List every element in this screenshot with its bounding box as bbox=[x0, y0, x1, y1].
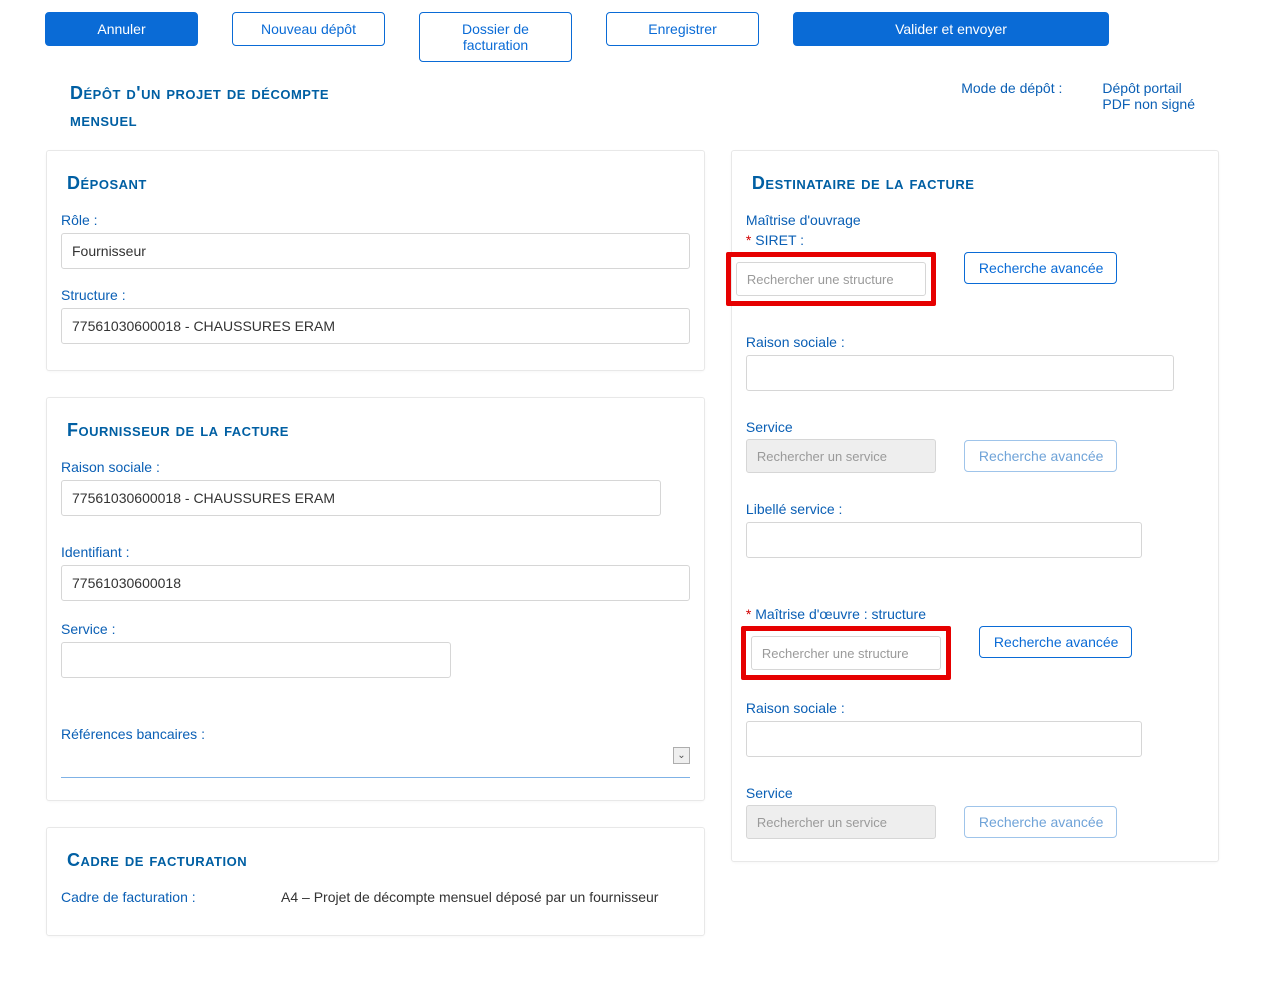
page-title: Dépôt d'un projet de décompte mensuel bbox=[70, 80, 330, 134]
refbanc-value bbox=[61, 747, 690, 777]
service-advanced-search-button[interactable]: Recherche avancée bbox=[964, 440, 1117, 472]
fourn-identifiant-input[interactable] bbox=[61, 565, 690, 601]
service-search-input[interactable] bbox=[746, 439, 936, 473]
dest-raison-label: Raison sociale : bbox=[746, 334, 1204, 350]
libelle-service-label: Libellé service : bbox=[746, 501, 1204, 517]
siret-search-input[interactable] bbox=[736, 262, 926, 296]
chevron-down-icon: ⌄ bbox=[673, 747, 690, 764]
siret-label: * SIRET : bbox=[746, 232, 1204, 248]
siret-advanced-search-button[interactable]: Recherche avancée bbox=[964, 252, 1117, 284]
structure-input[interactable] bbox=[61, 308, 690, 344]
moe-label-text: Maîtrise d'œuvre : structure bbox=[755, 606, 926, 622]
deposit-mode-block: Mode de dépôt : Dépôt portail PDF non si… bbox=[961, 80, 1195, 112]
role-label: Rôle : bbox=[61, 212, 690, 228]
service2-advanced-search-button[interactable]: Recherche avancée bbox=[964, 806, 1117, 838]
required-star-icon: * bbox=[746, 606, 751, 622]
fournisseur-title: Fournisseur de la facture bbox=[67, 420, 684, 441]
fourn-refbanc-label: Références bancaires : bbox=[61, 726, 690, 742]
fourn-service-label: Service : bbox=[61, 621, 690, 637]
dest-raison2-input[interactable] bbox=[746, 721, 1142, 757]
siret-label-text: SIRET : bbox=[755, 232, 804, 248]
save-button[interactable]: Enregistrer bbox=[606, 12, 759, 46]
card-deposant: Déposant Rôle : Structure : bbox=[46, 150, 705, 371]
left-column: Déposant Rôle : Structure : Fournisseur … bbox=[46, 150, 705, 936]
cadre-value: A4 – Projet de décompte mensuel déposé p… bbox=[281, 889, 658, 905]
card-fournisseur: Fournisseur de la facture Raison sociale… bbox=[46, 397, 705, 801]
dest-title: Destinataire de la facture bbox=[752, 173, 1198, 194]
deposit-mode-label: Mode de dépôt : bbox=[961, 80, 1062, 112]
moe-highlight bbox=[741, 626, 951, 680]
moe-label: * Maîtrise d'œuvre : structure bbox=[746, 606, 1204, 622]
fourn-identifiant-label: Identifiant : bbox=[61, 544, 690, 560]
cadre-title: Cadre de facturation bbox=[67, 850, 684, 871]
toolbar: Annuler Nouveau dépôt Dossier de factura… bbox=[30, 0, 1235, 74]
cadre-label: Cadre de facturation : bbox=[61, 889, 221, 905]
dest-raison-input[interactable] bbox=[746, 355, 1174, 391]
deposit-mode-line2: PDF non signé bbox=[1102, 96, 1195, 112]
moe-search-input[interactable] bbox=[751, 636, 941, 670]
libelle-service-input[interactable] bbox=[746, 522, 1142, 558]
deposit-mode-line1: Dépôt portail bbox=[1102, 80, 1195, 96]
moe-advanced-search-button[interactable]: Recherche avancée bbox=[979, 626, 1132, 658]
dest-raison2-label: Raison sociale : bbox=[746, 700, 1204, 716]
card-destinataire: Destinataire de la facture Maîtrise d'ou… bbox=[731, 150, 1219, 862]
cancel-button[interactable]: Annuler bbox=[45, 12, 198, 46]
main-columns: Déposant Rôle : Structure : Fournisseur … bbox=[30, 140, 1235, 936]
new-deposit-button[interactable]: Nouveau dépôt bbox=[232, 12, 385, 46]
structure-label: Structure : bbox=[61, 287, 690, 303]
page-header: Dépôt d'un projet de décompte mensuel Mo… bbox=[30, 74, 1235, 140]
role-input[interactable] bbox=[61, 233, 690, 269]
right-column: Destinataire de la facture Maîtrise d'ou… bbox=[731, 150, 1219, 862]
validate-send-button[interactable]: Valider et envoyer bbox=[793, 12, 1109, 46]
fourn-raison-input[interactable] bbox=[61, 480, 661, 516]
moa-label: Maîtrise d'ouvrage bbox=[746, 212, 1204, 228]
refbanc-select[interactable]: ⌄ bbox=[61, 747, 690, 778]
fourn-raison-label: Raison sociale : bbox=[61, 459, 690, 475]
billing-folder-button[interactable]: Dossier de facturation bbox=[419, 12, 572, 62]
siret-highlight bbox=[726, 252, 936, 306]
service-header: Service bbox=[746, 419, 1204, 435]
card-cadre: Cadre de facturation Cadre de facturatio… bbox=[46, 827, 705, 936]
deposant-title: Déposant bbox=[67, 173, 684, 194]
service2-search-input[interactable] bbox=[746, 805, 936, 839]
required-star-icon: * bbox=[746, 232, 751, 248]
fourn-service-input[interactable] bbox=[61, 642, 451, 678]
deposit-mode-value: Dépôt portail PDF non signé bbox=[1102, 80, 1195, 112]
service2-header: Service bbox=[746, 785, 1204, 801]
